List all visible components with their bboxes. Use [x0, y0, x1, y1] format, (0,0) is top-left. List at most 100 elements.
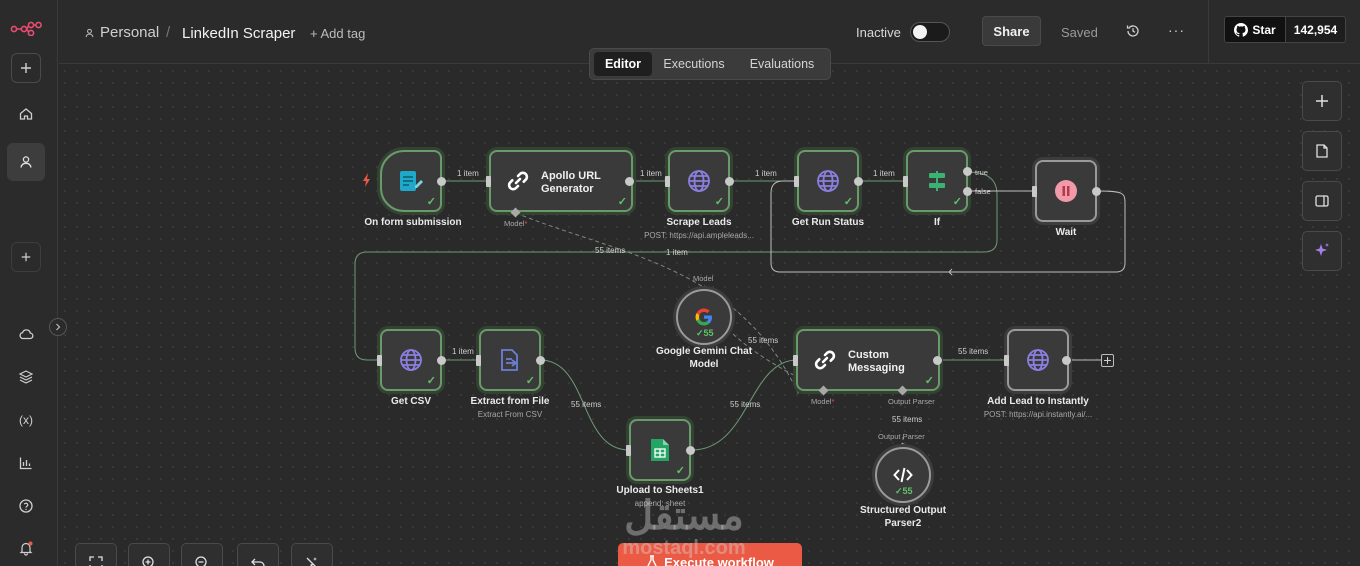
output-port[interactable] [437, 356, 446, 365]
add-node-plus-icon[interactable] [1101, 354, 1114, 367]
node-title: Custom Messaging [848, 349, 928, 375]
github-star-button[interactable]: Star 142,954 [1224, 16, 1346, 43]
notifications-icon[interactable] [7, 529, 45, 566]
link-icon [507, 171, 529, 191]
active-toggle[interactable] [910, 22, 950, 42]
form-icon [400, 171, 423, 191]
input-port[interactable] [1032, 186, 1037, 197]
tab-editor[interactable]: Editor [594, 52, 652, 76]
file-extract-icon [501, 349, 518, 371]
node-wait[interactable] [1035, 160, 1097, 222]
undo-button[interactable] [237, 543, 279, 566]
add-button[interactable] [11, 53, 41, 83]
input-port[interactable] [665, 176, 670, 187]
add-project-button[interactable] [11, 242, 41, 272]
node-label: Google Gemini Chat Model [644, 345, 764, 371]
node-label-line: Model [689, 359, 719, 370]
success-check-icon: ✓ [675, 465, 685, 477]
trigger-bolt-icon [362, 173, 372, 192]
input-port[interactable] [793, 355, 798, 366]
input-port[interactable] [903, 176, 908, 187]
history-icon[interactable] [1125, 23, 1141, 44]
node-upload-to-sheets[interactable]: ✓ [629, 419, 691, 481]
node-get-run-status[interactable]: ✓ [797, 150, 859, 212]
node-label: If [933, 217, 941, 228]
node-if[interactable]: ✓ [906, 150, 968, 212]
variables-icon[interactable]: (x) [7, 401, 45, 439]
edge-label: 1 item [666, 248, 688, 257]
toggle-panel-button[interactable] [1302, 181, 1342, 221]
node-custom-messaging[interactable]: Custom Messaging ✓ [796, 329, 940, 391]
node-google-gemini-chat-model[interactable]: ✓55 [676, 289, 732, 345]
node-title-line: Messaging [848, 362, 905, 374]
port-label-model: Model* [811, 397, 834, 406]
help-icon[interactable] [7, 487, 45, 525]
fit-view-button[interactable] [75, 543, 117, 566]
input-port[interactable] [1004, 355, 1009, 366]
success-check-icon: ✓ [924, 375, 934, 387]
if-icon [929, 171, 945, 191]
input-port[interactable] [626, 445, 631, 456]
edge-label: 55 items [571, 400, 602, 409]
share-button[interactable]: Share [982, 16, 1041, 46]
n8n-logo[interactable] [10, 20, 42, 37]
add-tag-button[interactable]: + Add tag [310, 26, 365, 41]
link-icon [814, 350, 836, 370]
input-port[interactable] [486, 176, 491, 187]
workflow-name[interactable]: LinkedIn Scraper [182, 25, 295, 42]
node-scrape-leads[interactable]: ✓ [668, 150, 730, 212]
input-port[interactable] [476, 355, 481, 366]
output-port[interactable] [725, 177, 734, 186]
node-form-trigger[interactable]: ✓ [380, 150, 442, 212]
zoom-out-button[interactable] [181, 543, 223, 566]
node-get-csv[interactable]: ✓ [380, 329, 442, 391]
watermark: مستقل mostaql.com [604, 495, 764, 559]
output-port[interactable] [437, 177, 446, 186]
user-icon[interactable] [7, 143, 45, 181]
node-extract-from-file[interactable]: ✓ [479, 329, 541, 391]
output-port-false[interactable] [963, 187, 972, 196]
edge-label: 55 items [730, 400, 761, 409]
run-count: ✓55 [895, 486, 913, 496]
google-sheets-icon [651, 439, 669, 461]
more-icon[interactable]: ··· [1168, 22, 1185, 38]
home-icon[interactable] [7, 95, 45, 133]
input-port[interactable] [794, 176, 799, 187]
edge-label: 1 item [873, 169, 895, 178]
output-port[interactable] [625, 177, 634, 186]
breadcrumb-project[interactable]: Personal [100, 24, 159, 41]
port-label-output-parser: Output Parser [888, 397, 935, 406]
output-port-true[interactable] [963, 167, 972, 176]
input-port[interactable] [377, 355, 382, 366]
port-label-text: Model [504, 219, 525, 228]
zoom-in-button[interactable] [128, 543, 170, 566]
run-count: ✓55 [696, 328, 714, 338]
edge-label: 1 item [452, 347, 474, 356]
output-port[interactable] [536, 356, 545, 365]
cloud-icon[interactable] [7, 315, 45, 353]
node-apollo-url-generator[interactable]: Apollo URL Generator ✓ [489, 150, 633, 212]
workflow-canvas[interactable]: 1 item 1 item 1 item 1 item 1 item 55 it… [59, 65, 1360, 566]
insights-icon[interactable] [7, 444, 45, 482]
collapse-sidebar-button[interactable] [49, 318, 67, 336]
status-label: Inactive [856, 25, 901, 40]
tidy-up-button[interactable] [291, 543, 333, 566]
output-port[interactable] [854, 177, 863, 186]
output-port[interactable] [1092, 187, 1101, 196]
success-check-icon: ✓ [525, 375, 535, 387]
success-check-icon: ✓ [714, 196, 724, 208]
node-structured-output-parser[interactable]: ✓55 [875, 447, 931, 503]
tab-executions[interactable]: Executions [654, 52, 734, 76]
ai-assistant-button[interactable] [1302, 231, 1342, 271]
output-port[interactable] [1062, 356, 1071, 365]
node-label-line: Parser2 [884, 518, 922, 529]
output-port[interactable] [686, 446, 695, 455]
output-port[interactable] [933, 356, 942, 365]
add-node-button[interactable] [1302, 81, 1342, 121]
sticky-note-button[interactable] [1302, 131, 1342, 171]
templates-icon[interactable] [7, 358, 45, 396]
edge-label: 55 items [595, 246, 626, 255]
node-add-lead-to-instantly[interactable] [1007, 329, 1069, 391]
edge-label: 55 items [958, 347, 989, 356]
tab-evaluations[interactable]: Evaluations [737, 52, 827, 76]
